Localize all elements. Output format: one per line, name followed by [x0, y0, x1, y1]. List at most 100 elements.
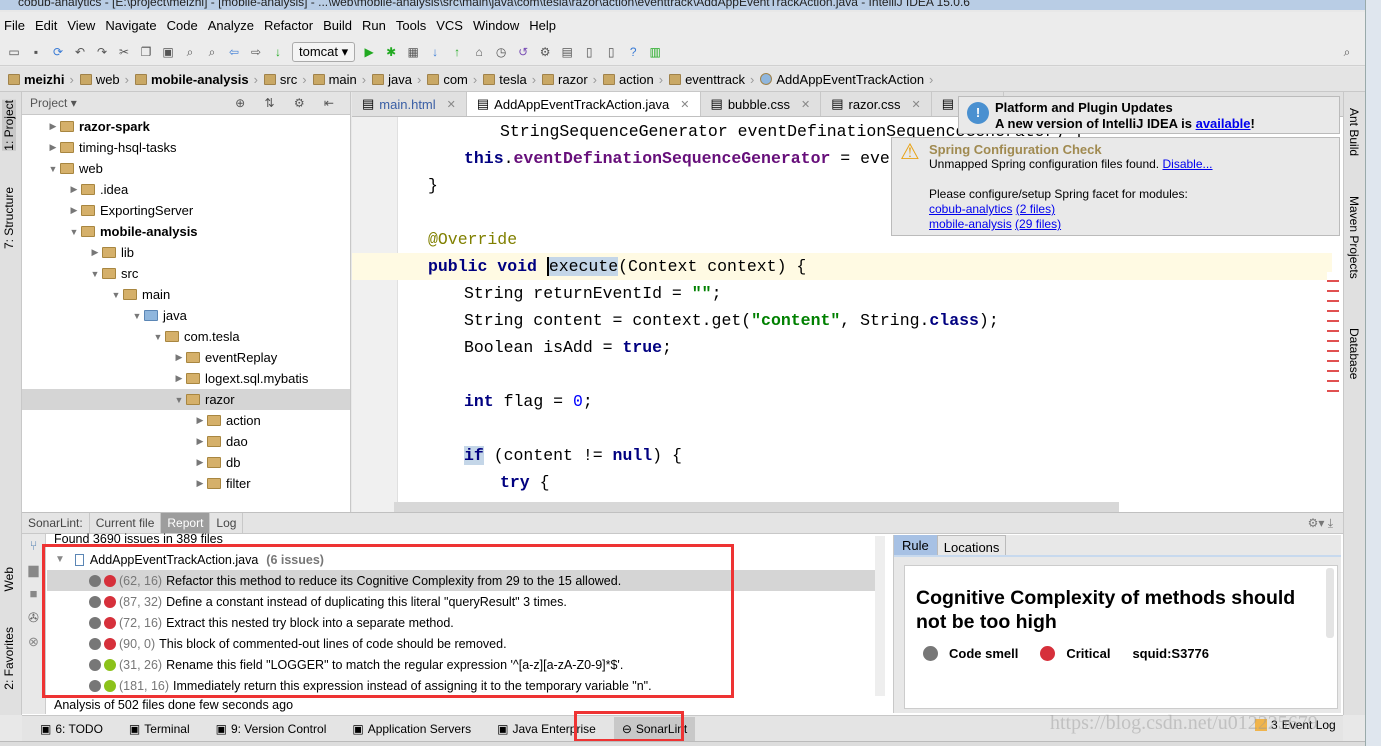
tab-favorites[interactable]: 2: Favorites	[2, 627, 16, 690]
tree-item[interactable]: ▶ lib	[22, 242, 350, 263]
menu-code[interactable]: Code	[167, 18, 198, 33]
find-icon[interactable]: ⌕	[182, 44, 198, 60]
code-line-current[interactable]: public void execute(Context context) {	[352, 253, 1332, 280]
tree-item[interactable]: ▼ com.tesla	[22, 326, 350, 347]
chevron-right-icon[interactable]: ▶	[193, 457, 207, 468]
open-icon[interactable]: ▭	[6, 44, 22, 60]
menu-window[interactable]: Window	[473, 18, 519, 33]
tree-item[interactable]: ▼ java	[22, 305, 350, 326]
breadcrumb-item[interactable]: razor ›	[542, 72, 597, 87]
available-link[interactable]: available	[1196, 116, 1251, 131]
chevron-down-icon[interactable]: ▼	[151, 332, 165, 342]
breadcrumb-item[interactable]: action ›	[603, 72, 663, 87]
vcs-history-icon[interactable]: ◷	[493, 44, 509, 60]
tree-item[interactable]: ▼ web	[22, 158, 350, 179]
editor-tab[interactable]: ▤ bubble.css ✕	[701, 92, 822, 116]
chevron-down-icon[interactable]: ▼	[109, 290, 123, 300]
tree-item[interactable]: ▶ ExportingServer	[22, 200, 350, 221]
code-line[interactable]: int flag = 0;	[352, 388, 1332, 415]
tab-database[interactable]: Database	[1347, 328, 1361, 379]
plugin-icon[interactable]: ▥	[647, 44, 663, 60]
chevron-right-icon[interactable]: ▶	[172, 352, 186, 363]
tab-project[interactable]: 1: Project	[2, 100, 16, 151]
breadcrumb-item[interactable]: mobile-analysis ›	[135, 72, 258, 87]
breadcrumb-item[interactable]: com ›	[427, 72, 477, 87]
breadcrumb-item[interactable]: web ›	[79, 72, 129, 87]
search-everywhere-icon[interactable]: ⌕	[1339, 44, 1355, 60]
tool-window-terminal[interactable]: ▣ Terminal	[121, 717, 198, 741]
menu-help[interactable]: Help	[529, 18, 556, 33]
project-view-select[interactable]: Project ▾	[30, 96, 77, 110]
tab-report[interactable]: Report	[161, 513, 211, 533]
revert-icon[interactable]: ↺	[515, 44, 531, 60]
menu-vcs[interactable]: VCS	[436, 18, 463, 33]
code-line[interactable]: String content = context.get("content", …	[352, 307, 1332, 334]
editor-tab[interactable]: ▤ AddAppEventTrackAction.java ✕	[466, 92, 701, 116]
undo-icon[interactable]: ↶	[72, 44, 88, 60]
breadcrumb-item[interactable]: java ›	[372, 72, 421, 87]
help-icon[interactable]: ?	[625, 44, 641, 60]
close-icon[interactable]: ✕	[912, 98, 921, 111]
menu-tools[interactable]: Tools	[396, 18, 426, 33]
code-line[interactable]: try {	[352, 469, 1332, 496]
run-config-select[interactable]: tomcat ▾	[292, 41, 356, 62]
tab-locations[interactable]: Locations	[936, 535, 1007, 555]
menu-navigate[interactable]: Navigate	[105, 18, 156, 33]
tab-log[interactable]: Log	[210, 513, 244, 533]
settings-icon[interactable]: ⚙	[537, 44, 553, 60]
tree-item[interactable]: ▶ eventReplay	[22, 347, 350, 368]
chevron-right-icon[interactable]: ▶	[172, 373, 186, 384]
chevron-down-icon[interactable]: ▼	[130, 311, 144, 321]
forward-icon[interactable]: ⇨	[248, 44, 264, 60]
tool-window-application-servers[interactable]: ▣ Application Servers	[344, 717, 479, 741]
tree-item[interactable]: ▶ filter	[22, 473, 350, 494]
tab-structure[interactable]: 7: Structure	[2, 187, 16, 249]
close-icon[interactable]: ✕	[447, 98, 456, 111]
module-link[interactable]: mobile-analysis	[929, 217, 1012, 231]
chevron-right-icon[interactable]: ▶	[46, 121, 60, 132]
sync-icon[interactable]: ⟳	[50, 44, 66, 60]
back-icon[interactable]: ⇦	[226, 44, 242, 60]
tab-web[interactable]: Web	[2, 567, 16, 591]
replace-icon[interactable]: ⌕	[204, 44, 220, 60]
paste-icon[interactable]: ▣	[160, 44, 176, 60]
menu-refactor[interactable]: Refactor	[264, 18, 313, 33]
cut-icon[interactable]: ✂	[116, 44, 132, 60]
chevron-right-icon[interactable]: ▶	[193, 478, 207, 489]
menu-edit[interactable]: Edit	[35, 18, 57, 33]
chevron-right-icon[interactable]: ▶	[67, 184, 81, 195]
issues-scrollbar[interactable]	[875, 536, 885, 696]
tree-item[interactable]: ▼ mobile-analysis	[22, 221, 350, 242]
editor-tab[interactable]: ▤ razor.css ✕	[821, 92, 932, 116]
module-link[interactable]: cobub-analytics	[929, 202, 1012, 216]
debug-icon[interactable]: ✱	[383, 44, 399, 60]
save-icon[interactable]: ▪	[28, 44, 44, 60]
tab-ant-build[interactable]: Ant Build	[1347, 108, 1361, 156]
files-link[interactable]: (29 files)	[1015, 217, 1061, 231]
copy-icon[interactable]: ❐	[138, 44, 154, 60]
tree-item[interactable]: ▶ timing-hsql-tasks	[22, 137, 350, 158]
breadcrumb-item[interactable]: AddAppEventTrackAction ›	[760, 72, 933, 87]
disable-link[interactable]: Disable...	[1162, 157, 1212, 171]
vcs-diff-icon[interactable]: ⌂	[471, 44, 487, 60]
code-line[interactable]: Boolean isAdd = true;	[352, 334, 1332, 361]
make-icon[interactable]: ↓	[270, 44, 286, 60]
breadcrumb-item[interactable]: eventtrack ›	[669, 72, 754, 87]
chevron-right-icon[interactable]: ▶	[193, 415, 207, 426]
android-sdk-icon[interactable]: ▯	[581, 44, 597, 60]
horizontal-scrollbar[interactable]	[394, 502, 1119, 512]
breadcrumb-item[interactable]: tesla ›	[483, 72, 536, 87]
menu-file[interactable]: File	[4, 18, 25, 33]
tree-item[interactable]: ▶ action	[22, 410, 350, 431]
chevron-down-icon[interactable]: ▼	[88, 269, 102, 279]
menu-analyze[interactable]: Analyze	[208, 18, 254, 33]
chevron-down-icon[interactable]: ▼	[67, 227, 81, 237]
tool-window-6-todo[interactable]: ▣ 6: TODO	[32, 717, 111, 741]
vcs-commit-icon[interactable]: ↑	[449, 44, 465, 60]
coverage-icon[interactable]: ▦	[405, 44, 421, 60]
code-line[interactable]: if (content != null) {	[352, 442, 1332, 469]
tree-item[interactable]: ▶ razor-spark	[22, 116, 350, 137]
tree-item[interactable]: ▼ razor	[22, 389, 350, 410]
breadcrumb-item[interactable]: meizhi ›	[8, 72, 74, 87]
vcs-update-icon[interactable]: ↓	[427, 44, 443, 60]
